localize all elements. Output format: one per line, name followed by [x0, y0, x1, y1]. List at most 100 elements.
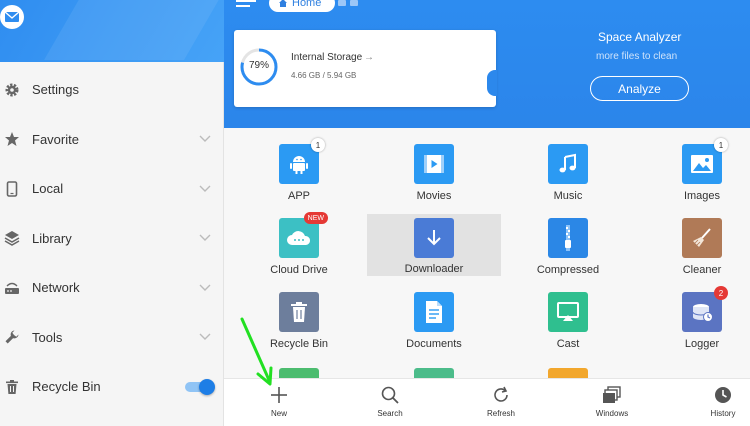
- toolbar-label: Search: [377, 409, 403, 418]
- android-icon: 1: [279, 138, 325, 184]
- storage-title: Internal Storage: [291, 52, 363, 63]
- refresh-icon: [494, 386, 508, 402]
- chevron-down-icon[interactable]: [199, 284, 211, 292]
- drawer-header: [0, 0, 224, 62]
- tile-app[interactable]: 1 APP: [232, 128, 366, 202]
- menu-icon[interactable]: [236, 0, 256, 12]
- drawer-item-label: Recycle Bin: [32, 379, 101, 395]
- router-icon: [3, 279, 21, 297]
- tile-music[interactable]: Music: [501, 128, 635, 202]
- navigation-drawer: Settings Favorite Local Library Network …: [0, 0, 224, 426]
- toolbar-label: Windows: [595, 409, 629, 418]
- drawer-item-network[interactable]: Network: [0, 263, 224, 313]
- tile-label: Cast: [556, 338, 580, 350]
- phone-icon: [3, 180, 21, 198]
- header-decoration: [44, 0, 224, 60]
- broom-icon: [682, 218, 722, 258]
- count-badge: 2: [714, 286, 728, 300]
- toolbar-label: New: [270, 409, 287, 418]
- windows-stack-icon: [603, 386, 621, 403]
- cloud-icon: NEW: [279, 212, 328, 258]
- logger-icon: 2: [682, 286, 728, 332]
- new-button[interactable]: New: [244, 379, 314, 426]
- space-analyzer-title: Space Analyzer: [598, 30, 682, 44]
- tile-documents[interactable]: Documents: [367, 276, 501, 350]
- zip-icon: [548, 218, 588, 258]
- drawer-item-library[interactable]: Library: [0, 214, 224, 264]
- drawer-item-label: Network: [32, 280, 80, 296]
- partial-tile-icon: [279, 368, 319, 378]
- layers-icon: [3, 229, 21, 247]
- chevron-down-icon[interactable]: [199, 234, 211, 242]
- tile-label: Images: [683, 190, 721, 202]
- breadcrumb-home[interactable]: Home: [269, 0, 335, 12]
- music-note-icon: [548, 144, 588, 184]
- analyze-button[interactable]: Analyze: [590, 76, 689, 101]
- chevron-down-icon[interactable]: [199, 135, 211, 143]
- partial-tile-icon: [414, 368, 454, 378]
- toolbar-label: Refresh: [486, 409, 515, 418]
- tile-cast[interactable]: Cast: [501, 276, 635, 350]
- clock-icon: [715, 387, 731, 403]
- drawer-menu: Settings Favorite Local Library Network …: [0, 65, 224, 412]
- mail-icon[interactable]: [0, 5, 24, 29]
- drawer-item-label: Local: [32, 181, 64, 197]
- tile-label: Recycle Bin: [269, 338, 329, 350]
- refresh-button[interactable]: Refresh: [466, 379, 536, 426]
- tile-label: Cloud Drive: [270, 264, 328, 276]
- drawer-item-settings[interactable]: Settings: [0, 65, 224, 115]
- tile-downloader[interactable]: Downloader: [367, 214, 501, 276]
- tile-compressed[interactable]: Compressed: [501, 202, 635, 276]
- drawer-item-label: Tools: [32, 329, 63, 345]
- top-header: Home 79% Internal Storage → 4.66 GB / 5.…: [224, 0, 750, 128]
- tile-cloud-drive[interactable]: NEW Cloud Drive: [232, 202, 366, 276]
- breadcrumb-folders-icon[interactable]: [338, 0, 362, 8]
- tile-label: Logger: [684, 338, 720, 350]
- drawer-item-local[interactable]: Local: [0, 164, 224, 214]
- cast-icon: [548, 292, 588, 332]
- tile-label: Downloader: [404, 263, 464, 275]
- tile-movies[interactable]: Movies: [367, 128, 501, 202]
- tile-label: Cleaner: [682, 264, 722, 276]
- tile-images[interactable]: 1 Images: [635, 128, 750, 202]
- tile-label: Music: [553, 190, 583, 202]
- home-icon: [279, 0, 287, 7]
- trash-icon: [3, 378, 21, 396]
- tile-cleaner[interactable]: Cleaner: [635, 202, 750, 276]
- count-badge: 1: [311, 138, 325, 152]
- tile-recycle-bin[interactable]: Recycle Bin: [232, 276, 366, 350]
- wrench-icon: [3, 328, 21, 346]
- recycle-bin-toggle[interactable]: [185, 378, 215, 395]
- tile-label: Documents: [406, 338, 462, 350]
- chevron-down-icon[interactable]: [199, 333, 211, 341]
- drawer-item-label: Favorite: [32, 131, 79, 147]
- drawer-item-tools[interactable]: Tools: [0, 313, 224, 363]
- bottom-toolbar: New Search Refresh Windows History: [224, 378, 750, 426]
- new-badge: NEW: [303, 212, 328, 224]
- history-button[interactable]: History: [688, 379, 750, 426]
- internal-storage-card[interactable]: 79% Internal Storage → 4.66 GB / 5.94 GB: [234, 30, 497, 107]
- card-notch: [487, 70, 497, 96]
- category-grid: 1 APP Movies Music 1 Images NEW Cloud Dr…: [224, 128, 750, 378]
- windows-button[interactable]: Windows: [577, 379, 647, 426]
- drawer-item-favorite[interactable]: Favorite: [0, 115, 224, 165]
- partial-tile-icon: [548, 368, 588, 378]
- storage-size: 4.66 GB / 5.94 GB: [291, 71, 357, 80]
- storage-percent: 79%: [248, 60, 269, 71]
- count-badge: 1: [714, 138, 728, 152]
- space-analyzer-subtitle: more files to clean: [596, 51, 678, 62]
- drawer-item-label: Settings: [32, 82, 79, 98]
- star-icon: [3, 130, 21, 148]
- tile-label: Compressed: [536, 264, 600, 276]
- trash-icon: [279, 292, 319, 332]
- plus-icon: [271, 387, 287, 403]
- arrow-right-icon: →: [364, 52, 374, 63]
- document-icon: [414, 292, 454, 332]
- chevron-down-icon[interactable]: [199, 185, 211, 193]
- drawer-item-label: Library: [32, 230, 72, 246]
- search-icon: [381, 386, 399, 404]
- tile-logger[interactable]: 2 Logger: [635, 276, 750, 350]
- gear-icon: [3, 81, 21, 99]
- search-button[interactable]: Search: [355, 379, 425, 426]
- drawer-item-recycle-bin[interactable]: Recycle Bin: [0, 362, 224, 412]
